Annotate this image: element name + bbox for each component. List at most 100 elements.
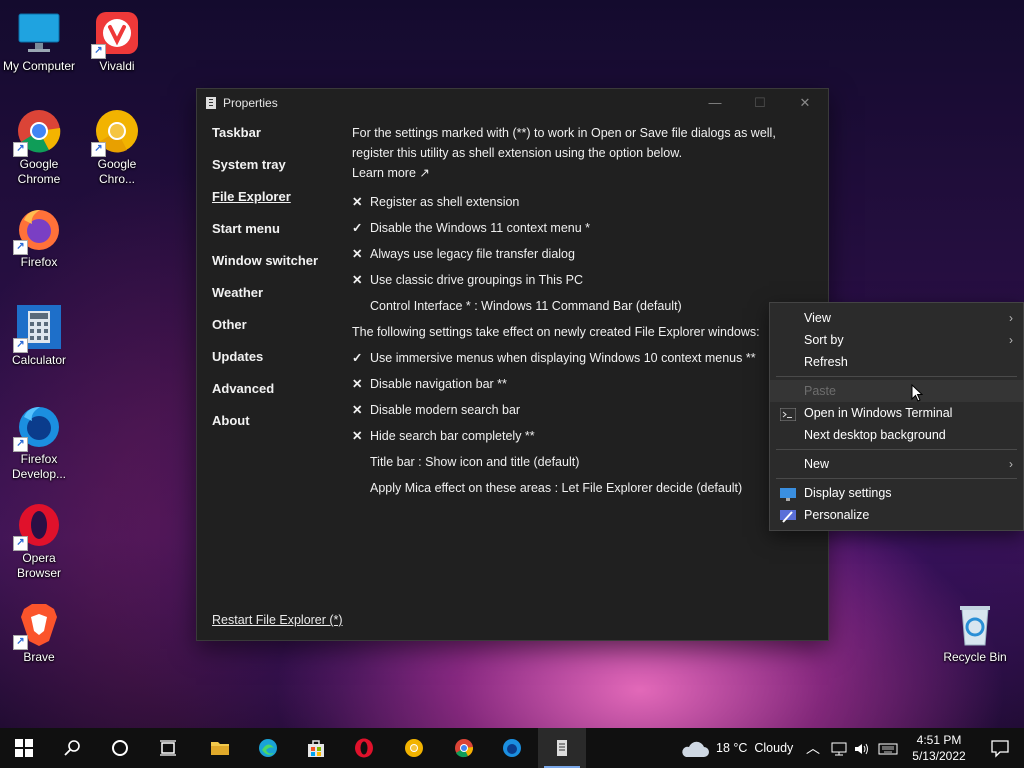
notifications-button[interactable] [976, 728, 1024, 768]
option-control-interface[interactable]: Control Interface * : Windows 11 Command… [352, 293, 812, 319]
desktop-icon-opera[interactable]: ↗ Opera Browser [0, 502, 78, 581]
mouse-cursor-icon [911, 383, 924, 405]
task-view-button[interactable] [144, 728, 192, 768]
intro-text: For the settings marked with (**) to wor… [352, 126, 776, 160]
x-icon: ✕ [352, 429, 363, 443]
edge-icon [259, 739, 277, 757]
opera-icon: ↗ [13, 502, 62, 551]
desktop-icon-my-computer[interactable]: My Computer [0, 10, 78, 74]
personalize-icon [780, 508, 796, 523]
nav-file-explorer[interactable]: File Explorer [212, 189, 318, 221]
option-legacy-file-transfer[interactable]: ✕ Always use legacy file transfer dialog [352, 241, 812, 267]
nav-system-tray[interactable]: System tray [212, 157, 318, 189]
option-disable-modern-search[interactable]: ✕ Disable modern search bar [352, 397, 812, 423]
option-register-shell-extension[interactable]: ✕ Register as shell extension [352, 189, 812, 215]
menu-item-view[interactable]: View › [770, 307, 1023, 329]
taskbar-opera[interactable] [340, 728, 388, 768]
taskbar-store[interactable] [292, 728, 340, 768]
chrome-icon [455, 739, 474, 758]
minimize-button[interactable]: — [692, 89, 738, 117]
desktop-context-menu: View › Sort by › Refresh Paste Open in Win… [769, 302, 1024, 531]
option-label: Use immersive menus when displaying Wind… [370, 351, 756, 365]
desktop-icon-firefox-dev[interactable]: ↗ Firefox Develop... [0, 403, 78, 482]
option-label: Always use legacy file transfer dialog [370, 247, 575, 261]
desktop-icon-label: My Computer [2, 59, 76, 73]
menu-item-paste[interactable]: Paste [770, 380, 1023, 402]
menu-item-sort-by[interactable]: Sort by › [770, 329, 1023, 351]
restart-file-explorer-link[interactable]: Restart File Explorer (*) [212, 613, 343, 627]
desktop-icon-label: Recycle Bin [943, 650, 1007, 664]
taskbar-properties-app[interactable] [538, 728, 586, 768]
close-button[interactable]: ✕ [782, 89, 828, 117]
settings-content: For the settings marked with (**) to wor… [352, 123, 812, 501]
nav-about[interactable]: About [212, 413, 318, 445]
shortcut-arrow-icon: ↗ [91, 142, 106, 157]
x-icon: ✕ [352, 195, 363, 209]
opera-icon [355, 738, 373, 758]
desktop-icon-vivaldi[interactable]: ↗ Vivaldi [78, 10, 156, 74]
taskbar-file-explorer[interactable] [196, 728, 244, 768]
option-classic-drive-groupings[interactable]: ✕ Use classic drive groupings in This PC [352, 267, 812, 293]
x-icon: ✕ [352, 377, 363, 391]
menu-item-display-settings[interactable]: Display settings [770, 482, 1023, 504]
maximize-button[interactable]: ☐ [737, 89, 783, 117]
nav-other[interactable]: Other [212, 317, 318, 349]
taskbar-firefox-dev[interactable] [488, 728, 536, 768]
desktop-icon-chrome-canary[interactable]: ↗ Google Chro... [78, 108, 156, 187]
menu-item-new[interactable]: New › [770, 453, 1023, 475]
desktop-icon-firefox[interactable]: ↗ Firefox [0, 206, 78, 270]
menu-item-open-terminal[interactable]: Open in Windows Terminal [770, 402, 1023, 424]
search-button[interactable] [48, 728, 96, 768]
chrome-canary-icon [405, 739, 423, 757]
desktop-icon-label: Opera Browser [16, 551, 61, 580]
nav-advanced[interactable]: Advanced [212, 381, 318, 413]
menu-separator [776, 478, 1017, 479]
option-label: Disable the Windows 11 context menu * [370, 221, 591, 235]
taskbar-edge[interactable] [244, 728, 292, 768]
store-icon [308, 740, 324, 757]
nav-taskbar[interactable]: Taskbar [212, 125, 318, 157]
desktop-icon-google-chrome[interactable]: ↗ Google Chrome [0, 108, 78, 187]
network-icon[interactable] [830, 728, 848, 768]
menu-separator [776, 449, 1017, 450]
menu-item-refresh[interactable]: Refresh [770, 351, 1023, 373]
clock[interactable]: 4:51 PM 5/13/2022 [908, 732, 970, 764]
volume-icon[interactable] [853, 728, 871, 768]
menu-item-personalize[interactable]: Personalize [770, 504, 1023, 526]
title-bar[interactable]: Properties — ☐ ✕ [197, 89, 828, 117]
shortcut-arrow-icon: ↗ [13, 437, 28, 452]
show-hidden-icons-button[interactable]: ︿ [806, 728, 820, 768]
desktop-icon-brave[interactable]: ↗ Brave [0, 601, 78, 665]
option-hide-search-bar[interactable]: ✕ Hide search bar completely ** [352, 423, 812, 449]
option-disable-win11-context-menu[interactable]: ✓ Disable the Windows 11 context menu * [352, 215, 812, 241]
option-disable-navigation-bar[interactable]: ✕ Disable navigation bar ** [352, 371, 812, 397]
nav-updates[interactable]: Updates [212, 349, 318, 381]
option-label: Disable navigation bar ** [370, 377, 507, 391]
cortana-button[interactable] [96, 728, 144, 768]
desktop-icon-calculator[interactable]: ↗ Calculator [0, 304, 78, 368]
chevron-right-icon: › [1009, 311, 1013, 325]
shortcut-arrow-icon: ↗ [13, 536, 28, 551]
desktop-icon-recycle-bin[interactable]: Recycle Bin [936, 601, 1014, 665]
nav-weather[interactable]: Weather [212, 285, 318, 317]
shortcut-arrow-icon: ↗ [13, 635, 28, 650]
search-icon [64, 740, 80, 756]
properties-window: Properties — ☐ ✕ Taskbar System tray Fil… [196, 88, 829, 641]
taskbar-chrome[interactable] [440, 728, 488, 768]
option-title-bar[interactable]: Title bar : Show icon and title (default… [352, 449, 812, 475]
shortcut-arrow-icon: ↗ [13, 240, 28, 255]
menu-item-next-background[interactable]: Next desktop background [770, 424, 1023, 446]
menu-separator [776, 376, 1017, 377]
chevron-right-icon: › [1009, 333, 1013, 347]
option-immersive-menus[interactable]: ✓ Use immersive menus when displaying Win… [352, 345, 812, 371]
weather-widget[interactable]: 18 °C Cloudy [680, 728, 793, 768]
option-mica-effect[interactable]: Apply Mica effect on these areas : Let F… [352, 475, 812, 501]
keyboard-icon[interactable] [878, 728, 898, 768]
taskbar-chrome-canary[interactable] [390, 728, 438, 768]
nav-window-switcher[interactable]: Window switcher [212, 253, 318, 285]
x-icon: ✕ [352, 273, 363, 287]
start-button[interactable] [0, 728, 48, 768]
nav-start-menu[interactable]: Start menu [212, 221, 318, 253]
learn-more-link[interactable]: Learn more ↗ [352, 163, 812, 183]
x-icon: ✕ [352, 247, 363, 261]
